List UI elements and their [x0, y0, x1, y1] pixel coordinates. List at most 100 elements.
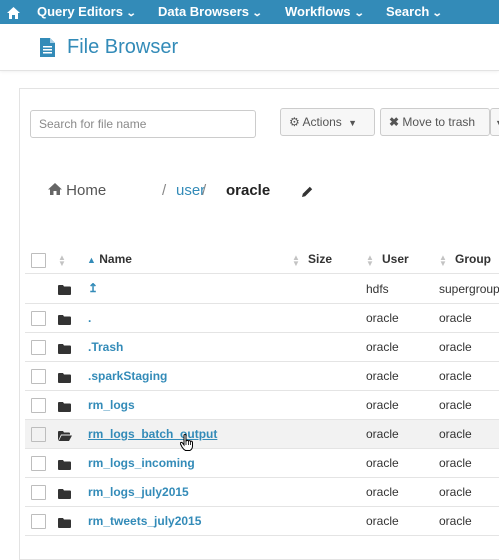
close-icon: ✖ [389, 115, 400, 129]
file-name-link[interactable]: . [88, 311, 91, 325]
column-header-group[interactable]: Group [455, 252, 491, 266]
file-name-link[interactable]: rm_tweets_july2015 [88, 514, 201, 528]
nav-data-browsers[interactable]: Data Browsers ⌄ [158, 0, 263, 24]
move-to-trash-button[interactable]: ✖ Move to trash [380, 108, 490, 136]
divider [25, 303, 499, 304]
row-checkbox[interactable] [31, 456, 46, 471]
sort-icon[interactable]: ▲ ▼ [439, 254, 447, 268]
more-actions-dropdown[interactable]: ▼ [490, 108, 499, 136]
divider [25, 361, 499, 362]
nav-label: Data Browsers [158, 4, 250, 19]
column-header-name[interactable]: ▲ Name [87, 252, 132, 266]
folder-icon [58, 282, 71, 300]
divider [25, 506, 499, 507]
select-all-checkbox[interactable] [31, 253, 46, 268]
divider [25, 535, 499, 536]
cell-user: oracle [366, 427, 399, 441]
parent-dir-link[interactable]: ↥ [88, 281, 98, 295]
nav-workflows[interactable]: Workflows ⌄ [285, 0, 365, 24]
file-name-link[interactable]: rm_logs_incoming [88, 456, 195, 470]
nav-label: Workflows [285, 4, 351, 19]
column-name-label: Name [99, 252, 132, 266]
folder-icon [58, 370, 71, 388]
search-input[interactable] [30, 110, 256, 138]
cell-group: oracle [439, 340, 472, 354]
sort-icon[interactable]: ▲ ▼ [292, 254, 300, 268]
top-navbar: Query Editors ⌄ Data Browsers ⌄ Workflows ⌄… [0, 0, 499, 24]
move-to-trash-label: Move to trash [402, 115, 476, 129]
gear-icon: ⚙ [289, 115, 300, 129]
cell-user: hdfs [366, 282, 389, 296]
edit-path-icon[interactable] [302, 184, 313, 201]
cell-group: supergroup [439, 282, 499, 296]
cell-group: oracle [439, 456, 472, 470]
divider [25, 448, 499, 449]
actions-button[interactable]: ⚙ Actions ▼ [280, 108, 375, 136]
folder-icon [58, 457, 71, 475]
sort-asc-icon: ▲ [87, 255, 96, 265]
folder-icon [58, 341, 71, 359]
cell-user: oracle [366, 456, 399, 470]
nav-query-editors[interactable]: Query Editors ⌄ [37, 0, 137, 24]
breadcrumb-home-label: Home [66, 182, 107, 199]
file-name-link[interactable]: .Trash [88, 340, 123, 354]
chevron-down-icon: ⌄ [251, 8, 263, 19]
folder-icon [58, 399, 71, 417]
cell-user: oracle [366, 369, 399, 383]
file-name-link[interactable]: rm_logs_batch_output [88, 427, 217, 441]
file-name-link[interactable]: rm_logs [88, 398, 135, 412]
breadcrumb-current: oracle [226, 182, 271, 199]
folder-icon [58, 486, 71, 504]
divider [25, 332, 499, 333]
caret-down-icon: ▼ [495, 118, 499, 128]
folder-icon [58, 312, 71, 330]
file-icon [40, 38, 55, 62]
divider [25, 390, 499, 391]
row-checkbox[interactable] [31, 369, 46, 384]
hand-cursor-icon [179, 434, 194, 456]
cell-user: oracle [366, 398, 399, 412]
sort-icon[interactable]: ▲ ▼ [58, 254, 66, 268]
cell-group: oracle [439, 485, 472, 499]
row-checkbox[interactable] [31, 340, 46, 355]
cell-user: oracle [366, 485, 399, 499]
caret-down-icon: ▼ [348, 118, 358, 128]
chevron-down-icon: ⌄ [125, 8, 137, 19]
sort-icon[interactable]: ▲ ▼ [366, 254, 374, 268]
file-name-link[interactable]: .sparkStaging [88, 369, 167, 383]
cell-group: oracle [439, 427, 472, 441]
divider [25, 273, 499, 274]
page-title: File Browser [67, 36, 179, 58]
row-checkbox[interactable] [31, 311, 46, 326]
nav-search[interactable]: Search ⌄ [386, 0, 444, 24]
cell-group: oracle [439, 398, 472, 412]
page-header: File Browser [0, 24, 499, 71]
nav-label: Query Editors [37, 4, 123, 19]
home-icon [48, 182, 62, 199]
row-checkbox[interactable] [31, 514, 46, 529]
cell-group: oracle [439, 514, 472, 528]
breadcrumb-separator: / [202, 182, 207, 199]
breadcrumb-home[interactable]: Home [48, 182, 106, 199]
nav-label: Search [386, 4, 430, 19]
row-checkbox[interactable] [31, 398, 46, 413]
column-header-size[interactable]: Size [308, 252, 332, 266]
breadcrumb-separator: / [162, 182, 167, 199]
divider [25, 477, 499, 478]
chevron-down-icon: ⌄ [432, 8, 444, 19]
hue-logo-icon[interactable] [7, 6, 20, 24]
folder-open-icon [58, 428, 72, 446]
breadcrumb-user[interactable]: user [176, 182, 205, 199]
column-header-user[interactable]: User [382, 252, 409, 266]
cell-user: oracle [366, 311, 399, 325]
cell-group: oracle [439, 311, 472, 325]
row-checkbox[interactable] [31, 427, 46, 442]
row-checkbox[interactable] [31, 485, 46, 500]
cell-user: oracle [366, 514, 399, 528]
cell-user: oracle [366, 340, 399, 354]
file-name-link[interactable]: rm_logs_july2015 [88, 485, 189, 499]
folder-icon [58, 515, 71, 533]
chevron-down-icon: ⌄ [353, 8, 365, 19]
actions-label: Actions [302, 115, 342, 129]
cell-group: oracle [439, 369, 472, 383]
